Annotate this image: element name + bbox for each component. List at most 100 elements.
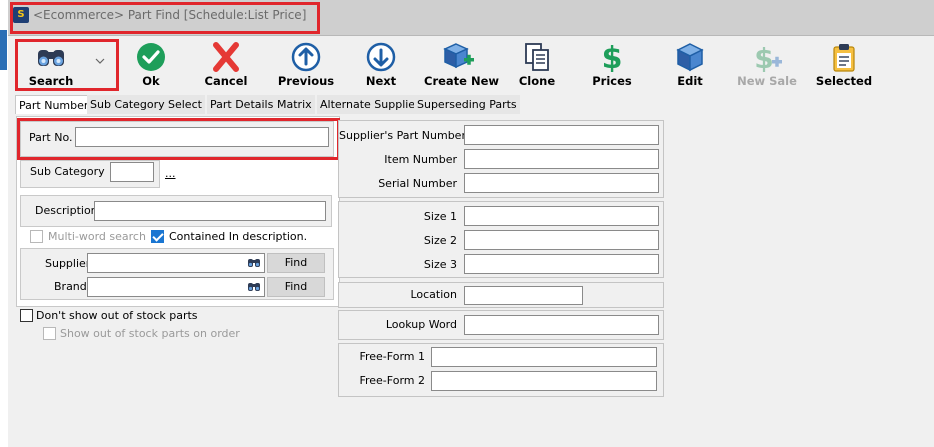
sub-category-label: Sub Category: [30, 165, 105, 178]
size-3-label: Size 3: [423, 258, 457, 271]
supplier-label: Supplier: [45, 257, 91, 270]
sub-category-input[interactable]: [110, 162, 154, 182]
suppliers-part-number-label: Supplier's Part Number: [339, 129, 466, 142]
prices-button-label: Prices: [592, 74, 632, 88]
contained-in-description-checkbox[interactable]: [151, 230, 164, 243]
previous-button-label: Previous: [277, 74, 335, 88]
lookup-word-label: Lookup Word: [385, 318, 457, 331]
tab-alternate-supplier[interactable]: Alternate Supplier: [317, 95, 423, 114]
create-new-button-label: Create New: [424, 74, 500, 88]
dollar-plus-icon: $: [754, 42, 782, 72]
dont-show-out-of-stock-checkbox[interactable]: [20, 309, 33, 322]
details-panel: Supplier's Part Number Item Number Seria…: [338, 116, 664, 398]
check-circle-icon: [137, 43, 165, 71]
size-1-input[interactable]: [464, 206, 659, 226]
sub-category-browse-button[interactable]: ...: [165, 167, 176, 180]
show-out-of-stock-on-order-label: Show out of stock parts on order: [60, 327, 240, 340]
box-plus-icon: [443, 43, 474, 69]
tab-part-number[interactable]: Part Number: [15, 95, 93, 114]
arrow-up-circle-icon: [291, 42, 321, 72]
part-find-window: S <Ecommerce> Part Find [Schedule:List P…: [8, 0, 934, 447]
free-form-2-input[interactable]: [431, 371, 657, 391]
supplier-find-button[interactable]: Find: [267, 253, 325, 273]
next-button-label: Next: [365, 74, 397, 88]
tab-superseding-parts[interactable]: Superseding Parts: [414, 95, 520, 114]
binoculars-icon[interactable]: [247, 280, 261, 293]
multiword-search-checkbox[interactable]: [30, 230, 43, 243]
clone-button[interactable]: Clone: [516, 42, 558, 90]
app-icon: S: [13, 7, 29, 23]
selected-button-label: Selected: [815, 74, 873, 88]
selected-button[interactable]: Selected: [814, 42, 874, 90]
window-title: <Ecommerce> Part Find [Schedule:List Pri…: [33, 8, 307, 22]
edit-button[interactable]: Edit: [672, 42, 708, 90]
x-icon: [213, 42, 239, 72]
new-sale-button-label: New Sale: [737, 74, 797, 88]
svg-text:$: $: [754, 42, 773, 72]
brand-input[interactable]: [87, 277, 265, 297]
copy-icon: [525, 43, 549, 71]
ok-button-label: Ok: [142, 74, 160, 88]
tab-sub-category[interactable]: Sub Category: [87, 95, 168, 114]
background-window-accent: [0, 30, 7, 70]
lookup-word-input[interactable]: [464, 315, 659, 335]
title-bar: S <Ecommerce> Part Find [Schedule:List P…: [8, 0, 934, 36]
cancel-button[interactable]: Cancel: [200, 42, 252, 90]
tab-strip: Part Number Sub Category Select Part Det…: [8, 94, 934, 114]
lookup-word-group: Lookup Word: [338, 310, 664, 340]
background-window-edge: [0, 0, 8, 447]
serial-number-label: Serial Number: [378, 177, 457, 190]
dollar-icon: $: [602, 42, 623, 72]
svg-text:$: $: [602, 42, 623, 72]
item-number-input[interactable]: [464, 149, 659, 169]
search-button-label: Search: [28, 74, 74, 88]
serial-number-input[interactable]: [464, 173, 659, 193]
toolbar: Search Ok Cancel Previous Next Create Ne…: [8, 36, 934, 94]
binoculars-icon: [38, 50, 64, 66]
size-2-input[interactable]: [464, 230, 659, 250]
free-form-1-label: Free-Form 1: [359, 350, 425, 363]
edit-button-label: Edit: [677, 74, 703, 88]
arrow-down-circle-icon: [366, 42, 396, 72]
clipboard-icon: [833, 44, 855, 72]
free-form-2-label: Free-Form 2: [359, 374, 425, 387]
location-input[interactable]: [464, 286, 583, 305]
sizes-group: Size 1 Size 2 Size 3: [338, 201, 664, 278]
suppliers-part-number-input[interactable]: [464, 125, 659, 145]
chevron-down-icon[interactable]: [95, 58, 105, 64]
part-no-highlight-box: [17, 118, 340, 160]
free-form-group: Free-Form 1 Free-Form 2: [338, 343, 664, 397]
search-button[interactable]: Search: [22, 42, 80, 90]
dont-show-out-of-stock-label: Don't show out of stock parts: [36, 309, 198, 322]
item-number-label: Item Number: [384, 153, 457, 166]
clone-button-label: Clone: [518, 74, 556, 88]
ok-button[interactable]: Ok: [128, 42, 174, 90]
location-group: Location: [338, 282, 664, 308]
previous-button[interactable]: Previous: [276, 42, 336, 90]
description-label: Description: [35, 204, 98, 217]
size-2-label: Size 2: [423, 234, 457, 247]
description-input[interactable]: [94, 201, 326, 221]
size-1-label: Size 1: [423, 210, 457, 223]
location-label: Location: [410, 288, 457, 301]
binoculars-icon[interactable]: [247, 256, 261, 269]
tab-part-details[interactable]: Part Details: [207, 95, 277, 114]
multiword-search-label: Multi-word search: [48, 230, 146, 243]
brand-label: Brand: [54, 280, 87, 293]
size-3-input[interactable]: [464, 254, 659, 274]
cancel-button-label: Cancel: [204, 74, 248, 88]
free-form-1-input[interactable]: [431, 347, 657, 367]
prices-button[interactable]: $ Prices: [590, 42, 634, 90]
box-icon: [676, 43, 704, 72]
create-new-button[interactable]: Create New: [424, 42, 500, 90]
tab-select[interactable]: Select: [165, 95, 205, 114]
part-number-panel: Part No. Sub Category ... Description Mu…: [16, 116, 340, 307]
supplier-input[interactable]: [87, 253, 265, 273]
show-out-of-stock-on-order-checkbox[interactable]: [43, 327, 56, 340]
part-numbers-group: Supplier's Part Number Item Number Seria…: [338, 120, 664, 198]
tab-matrix[interactable]: Matrix: [274, 95, 315, 114]
next-button[interactable]: Next: [358, 42, 404, 90]
new-sale-button[interactable]: $ New Sale: [736, 42, 798, 90]
contained-in-description-label: Contained In description.: [169, 230, 308, 243]
brand-find-button[interactable]: Find: [267, 277, 325, 297]
